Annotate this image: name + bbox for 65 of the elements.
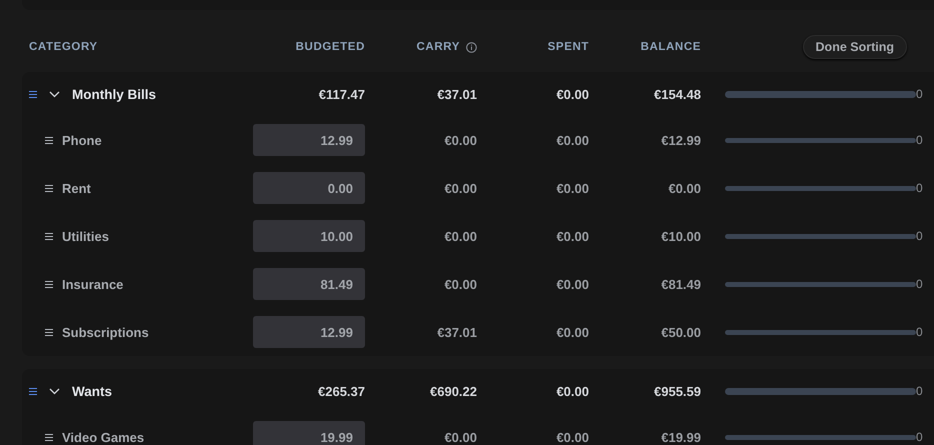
spent-amount: €0.00 [556,276,589,292]
column-header: CATEGORY [29,41,98,53]
drag-handle-icon[interactable] [45,232,53,240]
carry-amount: €0.00 [444,430,477,444]
percent-label: 0 [916,384,924,398]
category-name: Video Games [62,430,144,444]
chevron-icon[interactable] [49,90,60,98]
spent-amount: €0.00 [556,324,589,340]
carry-amount: €0.00 [444,180,477,196]
carry-amount: €0.00 [444,228,477,244]
done-sorting-button[interactable]: Done Sorting [802,35,907,59]
carry-amount: €37.01 [437,86,477,102]
balance-amount: €81.49 [661,276,701,292]
drag-handle-icon[interactable] [45,434,53,440]
carry-amount: €0.00 [444,276,477,292]
drag-handle-icon[interactable] [45,328,53,336]
percent-label: 0 [916,87,924,101]
column-header: BUDGETED [296,41,365,53]
budget-input[interactable]: 10.00 [253,220,365,252]
budget-input[interactable]: 12.99 [253,124,365,156]
drag-handle-icon[interactable] [45,136,53,144]
budgeted-amount: €265.37 [318,384,365,398]
category-name: Rent [62,180,91,196]
info-icon[interactable] [466,42,477,52]
budget-input[interactable]: 19.99 [253,421,365,445]
balance-amount: €19.99 [661,430,701,444]
drag-handle-icon[interactable] [45,184,53,192]
drag-handle-icon[interactable] [29,90,37,98]
balance-amount: €10.00 [661,228,701,244]
spent-amount: €0.00 [556,430,589,444]
category-name: Insurance [62,276,124,292]
balance-amount: €12.99 [661,132,701,148]
balance-amount: €50.00 [661,324,701,340]
drag-handle-icon[interactable] [45,280,53,288]
percent-label: 0 [916,133,924,147]
balance-amount: €955.59 [654,384,701,398]
percent-label: 0 [916,430,924,444]
budget-input[interactable]: 12.99 [253,316,365,348]
percent-label: 0 [916,229,924,243]
carry-amount: €37.01 [437,324,477,340]
carry-amount: €690.22 [430,384,477,398]
spent-amount: €0.00 [556,384,589,398]
spent-amount: €0.00 [556,86,589,102]
spent-amount: €0.00 [556,228,589,244]
balance-amount: €0.00 [668,180,701,196]
group-name: Monthly Bills [72,86,156,102]
column-header: CARRY [416,41,460,53]
percent-label: 0 [916,181,924,195]
chevron-icon[interactable] [49,388,60,394]
group-name: Wants [72,384,112,398]
carry-amount: €0.00 [444,132,477,148]
column-header: BALANCE [640,41,701,53]
percent-label: 0 [916,325,924,339]
percent-label: 0 [916,277,924,291]
spent-amount: €0.00 [556,180,589,196]
category-name: Utilities [62,228,109,244]
column-header: SPENT [548,41,589,53]
budget-input[interactable]: 0.00 [253,172,365,204]
category-name: Phone [62,132,102,148]
budget-input[interactable]: 81.49 [253,268,365,300]
budgeted-amount: €117.47 [318,86,365,102]
category-name: Subscriptions [62,324,149,340]
spent-amount: €0.00 [556,132,589,148]
balance-amount: €154.48 [654,86,701,102]
drag-handle-icon[interactable] [29,388,37,394]
